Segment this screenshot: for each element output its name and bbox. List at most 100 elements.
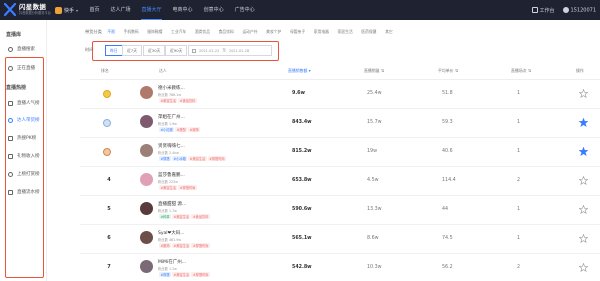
talent-tag: #食品饮料 <box>191 214 210 220</box>
header-avg-price[interactable]: 平均单价 ⇅ <box>438 68 458 74</box>
sidebar: 直播库 直播搜索 正在直播 直播热榜 直播人气榜 达人带货榜 热搜PK榜 礼物收… <box>0 20 47 281</box>
avatar[interactable] <box>140 260 153 273</box>
category-option[interactable]: 母婴亲子 <box>286 29 310 35</box>
avatar[interactable] <box>140 173 153 186</box>
talent-tag: #穿搭 <box>159 272 172 278</box>
platform-label: 快手 <box>64 7 75 14</box>
brand[interactable]: 闪星数据 抖音数据分析服务平台 <box>19 3 51 15</box>
category-option[interactable]: 其它 <box>381 29 397 35</box>
talent-tag: #服饰 <box>159 243 172 249</box>
talent-tag: #搭配 <box>175 127 188 133</box>
medal-bronze-icon <box>103 148 111 156</box>
star-icon[interactable] <box>579 234 588 243</box>
sidebar-highlight-frame <box>5 57 44 278</box>
nav-item[interactable]: 直播大厅 <box>136 0 167 20</box>
talent-name[interactable]: 贤贤嗨嗨七... <box>158 143 185 149</box>
nav-item[interactable]: 首页 <box>84 0 105 20</box>
category-option[interactable]: 酒类饮品 <box>191 29 215 35</box>
live-count-value: 2 <box>517 265 521 270</box>
nav-item[interactable]: 达人广场 <box>105 0 136 20</box>
sales-count-value: 4.5w <box>367 178 379 183</box>
category-option[interactable]: 运动户外 <box>238 29 262 35</box>
user-icon <box>562 6 569 13</box>
workbench-link[interactable]: 工作台 <box>531 7 555 14</box>
sidebar-group-title-live-library: 直播库 <box>6 32 22 38</box>
user-menu[interactable]: 15120071 <box>562 6 596 13</box>
top-navigation-bar: 闪星数据 抖音数据分析服务平台 快手 ▾ 首页 达人广场 直播大厅 电商中心 创意中心广… <box>0 0 600 20</box>
category-option[interactable]: 美妆个护 <box>262 29 286 35</box>
avg-price-value: 59.3 <box>442 120 453 125</box>
sidebar-item-live-search[interactable]: 直播搜索 <box>8 44 44 54</box>
nav-item[interactable]: 广告中心 <box>229 0 260 20</box>
talent-tags: #服饰 #美容生活 #穿搭时尚 <box>158 243 210 249</box>
talent-tag: #美容生活 <box>172 243 191 249</box>
brand-name: 闪星数据 <box>19 3 47 11</box>
sales-count-value: 19w <box>367 149 378 154</box>
time-button-7d[interactable]: 近7天 <box>122 45 143 56</box>
category-option[interactable]: 手机数码 <box>119 29 143 35</box>
table-row[interactable]: 德小米教练... 粉丝数 768.1w #美容生活 #食品饮料 9.6w 25.4… <box>80 80 600 109</box>
category-option[interactable]: 家用电器 <box>309 29 333 35</box>
table-row[interactable]: 萍姐在广州... 粉丝数 1.9w #小红服 #搭配 #服饰 843.4w 15.7… <box>80 109 600 138</box>
sales-volume-value: 815.2w <box>292 149 312 154</box>
header-action: 操作 <box>576 68 584 73</box>
avatar[interactable] <box>140 231 153 244</box>
talent-name[interactable]: 直播甜甜 源... <box>158 201 186 207</box>
time-button-30d[interactable]: 近30天 <box>143 45 166 56</box>
talent-fans: 粉丝数 461.9w <box>158 238 182 242</box>
topbar-right: 工作台 15120071 <box>531 0 596 20</box>
time-button-yesterday[interactable]: 昨日 <box>105 45 123 56</box>
talent-tag: #食品饮料 <box>178 98 197 104</box>
table-row[interactable]: 7 MiMi在广州... 粉丝数 1.2w #穿搭 #美容生活 #穿搭时尚 542.… <box>80 254 600 281</box>
star-icon[interactable] <box>579 205 588 214</box>
avatar[interactable] <box>140 86 153 99</box>
sales-count-value: 25.4w <box>367 91 382 96</box>
talent-name[interactable]: MiMi在广州... <box>158 259 186 265</box>
avg-price-value: 74.5 <box>442 236 453 241</box>
sort-desc-icon: ▾ <box>308 68 311 73</box>
sort-icon: ⇅ <box>380 68 385 73</box>
talent-name[interactable]: 蓝莎鲁嘉鹏... <box>158 172 185 178</box>
header-sales-volume[interactable]: 直播销售额 ▾ <box>288 68 311 74</box>
talent-tag: #美容生活 <box>159 185 178 191</box>
table-row[interactable]: 6 Syal❤大码... 粉丝数 461.9w #服饰 #美容生活 #穿搭时尚 56… <box>80 225 600 254</box>
talent-name[interactable]: 萍姐在广州... <box>158 114 185 120</box>
talent-fans: 粉丝数 768.1w <box>158 93 182 97</box>
talent-tag: #服饰 <box>188 127 201 133</box>
category-option[interactable]: 服饰鞋帽 <box>143 29 167 35</box>
star-icon[interactable] <box>579 176 588 185</box>
sidebar-item-label: 直播搜索 <box>17 47 35 52</box>
header-live-count[interactable]: 直播场次 ⇅ <box>511 68 531 74</box>
talent-tags: #穿搭 #美容生活 #穿搭时尚 <box>158 272 210 278</box>
avatar[interactable] <box>140 202 153 215</box>
talent-tag: #美容生活 <box>172 272 191 278</box>
chevron-down-icon: ▾ <box>76 7 79 13</box>
table-row[interactable]: 贤贤嗨嗨七... 粉丝数 2.4kw #穿搭 #小冰箱 #美容生活 #穿搭时尚 815… <box>80 138 600 167</box>
category-option[interactable]: 医药保健 <box>357 29 381 35</box>
rank-number: 7 <box>107 264 111 270</box>
table-row[interactable]: 5 直播甜甜 源... 粉丝数 1.7w #种草 #美容生活 #食品饮料 590.6… <box>80 196 600 225</box>
table-row[interactable]: 4 蓝莎鲁嘉鹏... 粉丝数 225w #美容生活 #穿搭时尚 653.8w 4.… <box>80 167 600 196</box>
medal-silver-icon <box>103 119 111 127</box>
category-option[interactable]: 不限 <box>103 29 119 35</box>
avatar[interactable] <box>140 144 153 157</box>
date-range-picker[interactable]: 2021-02-22 至 2021-02-28 <box>188 45 272 56</box>
category-option[interactable]: 食品饮料 <box>214 29 238 35</box>
avatar[interactable] <box>140 115 153 128</box>
talent-name[interactable]: Syal❤大码... <box>158 230 185 236</box>
time-button-90d[interactable]: 近90天 <box>165 45 188 56</box>
logo-icon[interactable] <box>4 3 16 16</box>
header-sales-count[interactable]: 直播销量 ⇅ <box>364 68 384 74</box>
category-option[interactable]: 家居生活 <box>333 29 357 35</box>
platform-switcher[interactable]: 快手 ▾ <box>55 5 78 15</box>
nav-item[interactable]: 电商中心 <box>167 0 198 20</box>
star-filled-icon[interactable] <box>579 118 588 127</box>
star-icon[interactable] <box>579 263 588 272</box>
nav-item[interactable]: 创意中心 <box>198 0 229 20</box>
talent-name[interactable]: 德小米教练... <box>158 85 185 91</box>
star-filled-icon[interactable] <box>579 147 588 156</box>
category-option[interactable]: 工业汽车 <box>167 29 191 35</box>
brand-subtitle: 抖音数据分析服务平台 <box>19 11 51 15</box>
talent-tags: #种草 #美容生活 #食品饮料 <box>158 214 210 220</box>
star-icon[interactable] <box>579 89 588 98</box>
